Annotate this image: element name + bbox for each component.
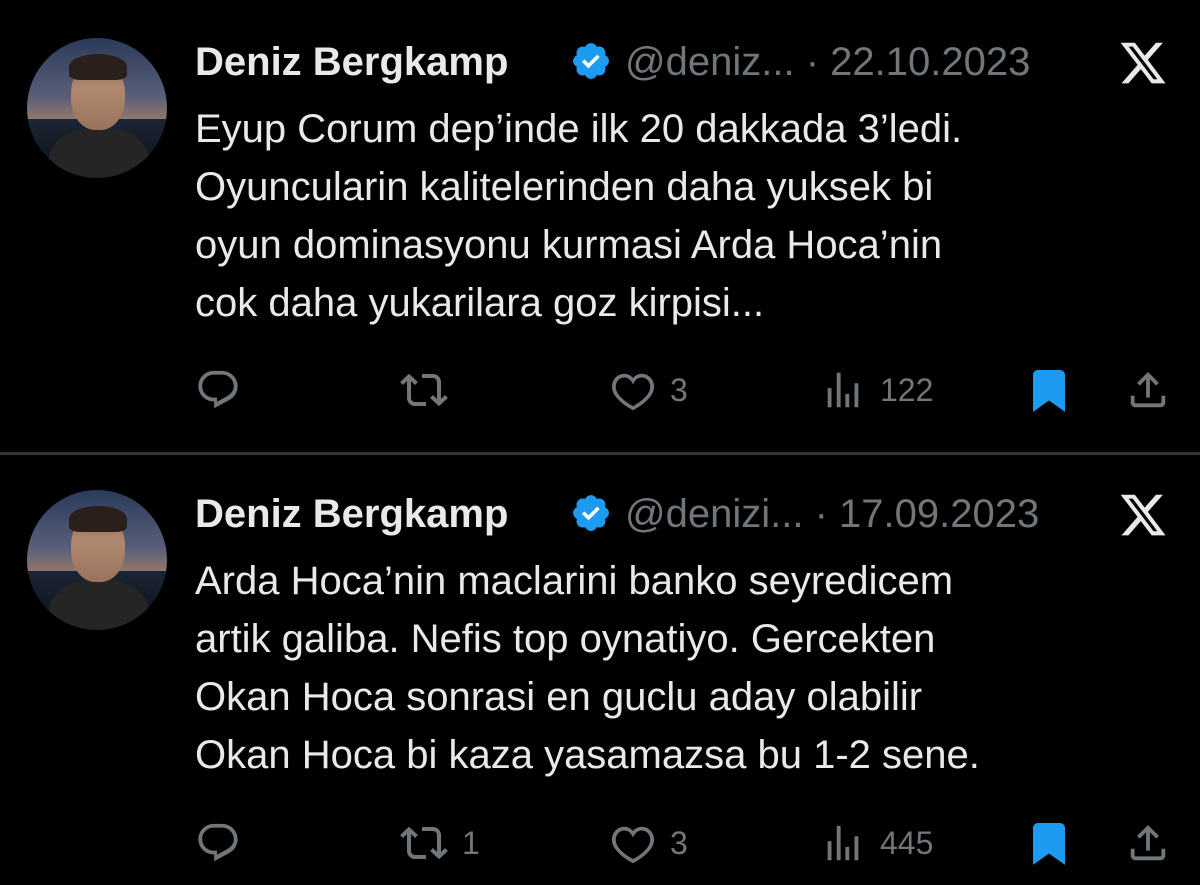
share-button[interactable] [1125,818,1171,868]
tweet-text-line: Arda Hoca’nin maclarini banko seyredicem [195,559,954,603]
tweet-text: Arda Hoca’nin maclarini banko seyredicem… [195,552,1175,784]
views-icon [827,372,859,408]
retweet-count: 1 [462,824,480,861]
tweet-card[interactable]: Deniz Bergkamp @deniz... · 22.10.2023 Ey… [0,0,1200,452]
retweet-icon [400,373,448,407]
tweet-text-line: Oyuncularin kalitelerinden daha yuksek b… [195,165,934,209]
view-count: 445 [880,824,934,861]
avatar[interactable] [27,38,167,178]
tweet-text: Eyup Corum dep’inde ilk 20 dakkada 3’led… [195,100,1175,332]
heart-icon [611,826,655,864]
bookmark-icon [1033,823,1065,865]
x-logo-icon[interactable] [1115,38,1171,88]
like-button[interactable]: 3 [610,818,688,868]
action-bar: 1 3 445 [0,818,1200,868]
retweet-button[interactable]: 1 [400,818,480,868]
separator: · [805,40,820,84]
reply-icon [198,823,238,862]
reply-button[interactable] [195,818,255,868]
tweet-text-line: cok daha yukarilara goz kirpisi... [195,281,765,325]
avatar[interactable] [27,490,167,630]
retweet-button[interactable] [400,365,462,415]
verified-badge-icon [573,495,609,531]
heart-icon [611,373,655,411]
verified-badge-icon [573,43,609,79]
tweet-text-line: artik galiba. Nefis top oynatiyo. Gercek… [195,617,936,661]
bookmark-icon [1033,370,1065,412]
separator: · [814,492,828,536]
tweet-card[interactable]: Deniz Bergkamp @denizi... · 17.09.2023 A… [0,455,1200,885]
bookmark-button[interactable] [1025,818,1073,868]
like-count: 3 [670,371,688,408]
like-count: 3 [670,824,688,861]
x-logo-icon[interactable] [1115,490,1171,540]
tweet-text-line: Eyup Corum dep’inde ilk 20 dakkada 3’led… [195,107,963,151]
reply-icon [198,370,238,409]
author-name[interactable]: Deniz Bergkamp [195,40,508,85]
tweet-text-line: Okan Hoca sonrasi en guclu aday olabilir [195,675,923,719]
handle-date: @deniz... · 22.10.2023 [625,40,1030,85]
view-count: 122 [880,371,934,408]
author-name[interactable]: Deniz Bergkamp [195,492,508,537]
handle-date: @denizi... · 17.09.2023 [625,492,1039,537]
views-button[interactable]: 122 [820,365,933,415]
share-button[interactable] [1125,365,1171,415]
like-button[interactable]: 3 [610,365,688,415]
reply-button[interactable] [195,365,255,415]
views-icon [827,825,859,861]
action-bar: 3 122 [0,365,1200,415]
share-icon [1130,824,1166,861]
views-button[interactable]: 445 [820,818,933,868]
retweet-icon [400,826,448,860]
bookmark-button[interactable] [1025,365,1073,415]
tweet-text-line: Okan Hoca bi kaza yasamazsa bu 1-2 sene. [195,733,980,777]
handle[interactable]: @deniz... [625,40,795,84]
tweet-text-line: oyun dominasyonu kurmasi Arda Hoca’nin [195,223,943,267]
tweet-date[interactable]: 22.10.2023 [830,40,1030,84]
share-icon [1130,371,1166,408]
handle[interactable]: @denizi... [625,492,803,536]
tweet-date[interactable]: 17.09.2023 [839,492,1039,536]
